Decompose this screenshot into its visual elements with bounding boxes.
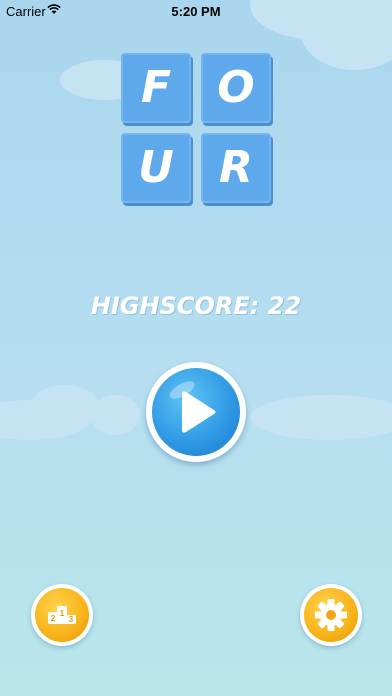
logo-tile-r: R [201, 133, 271, 203]
highscore-label: HIGHSCORE: 22 [90, 292, 302, 320]
play-button[interactable] [146, 362, 246, 462]
podium-first: 1 [60, 609, 65, 618]
podium-icon: 2 1 3 [48, 606, 76, 624]
podium-third: 3 [69, 615, 74, 624]
logo-tile-f: F [121, 53, 191, 123]
logo-tile-u: U [121, 133, 191, 203]
leaderboard-button[interactable]: 2 1 3 [31, 584, 93, 646]
podium-second: 2 [51, 614, 56, 623]
gear-icon [315, 599, 347, 631]
settings-button[interactable] [300, 584, 362, 646]
logo-tile-o: O [201, 53, 271, 123]
play-icon [169, 381, 216, 433]
